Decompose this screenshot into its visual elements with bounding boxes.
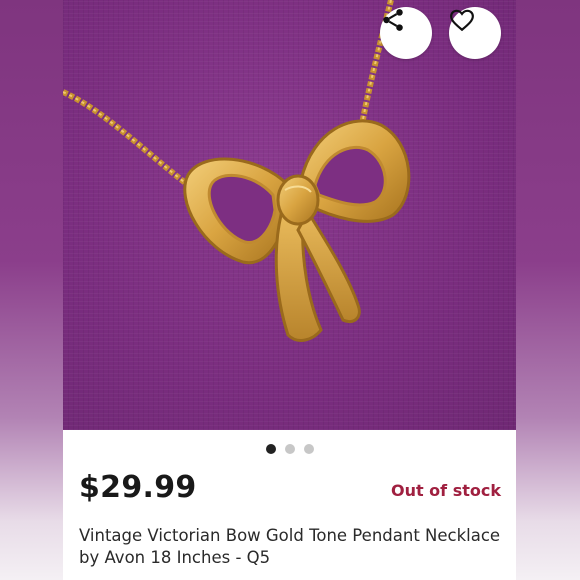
- bow-pendant-image: [63, 0, 411, 342]
- product-photo[interactable]: [63, 0, 516, 430]
- favorite-button[interactable]: [449, 7, 501, 59]
- pagination-dot-2[interactable]: [284, 444, 295, 454]
- stock-status: Out of stock: [390, 481, 501, 500]
- product-title: Vintage Victorian Bow Gold Tone Pendant …: [79, 526, 501, 567]
- pagination-dot-1[interactable]: [265, 444, 276, 454]
- heart-icon: [450, 9, 474, 32]
- blurred-background-left: [0, 0, 63, 580]
- price: $29.99: [79, 470, 197, 505]
- share-button[interactable]: [380, 7, 432, 59]
- pagination-dot-3[interactable]: [303, 444, 314, 454]
- share-icon: [383, 9, 403, 31]
- blurred-background-right: [516, 0, 580, 580]
- gallery-pagination: [63, 444, 516, 454]
- product-card: $29.99 Out of stock Vintage Victorian Bo…: [63, 0, 516, 580]
